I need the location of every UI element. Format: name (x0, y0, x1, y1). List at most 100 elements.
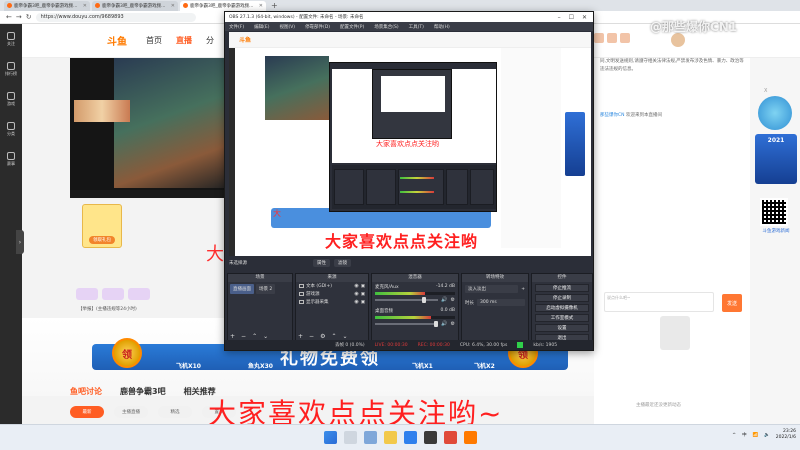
browser-tab-active[interactable]: 鹿帝争霸3吧_鹿帝争霸游戏频... ✕ (180, 0, 266, 11)
volume-slider[interactable] (375, 321, 439, 327)
fan-badge[interactable] (128, 288, 150, 300)
scene-item[interactable]: 场景 2 (256, 284, 276, 294)
sidebar-item-rank[interactable]: 排行榜 (0, 54, 22, 84)
add-icon[interactable]: + (298, 333, 303, 340)
menu-help[interactable]: 帮助(H) (434, 24, 450, 30)
maximize-icon[interactable]: ☐ (569, 14, 574, 21)
stop-streaming-button[interactable]: 停止推流 (535, 284, 589, 292)
menu-scene-collection[interactable]: 场景集合(S) (374, 24, 398, 30)
tab-fish-bar[interactable]: 鱼吧讨论 (70, 386, 102, 397)
slider-handle[interactable] (421, 297, 426, 303)
menu-file[interactable]: 文件(F) (229, 24, 244, 30)
minimize-icon[interactable]: – (558, 14, 561, 21)
menu-profile[interactable]: 配置文件(P) (340, 24, 364, 30)
add-icon[interactable]: + (521, 287, 525, 292)
edge-icon[interactable] (403, 431, 417, 444)
chat-input[interactable]: 说点什么吧~ (604, 292, 714, 312)
properties-button[interactable]: 属性 (313, 259, 330, 267)
menu-tools[interactable]: 工具(T) (409, 24, 424, 30)
gear-icon[interactable]: ⚙ (451, 321, 455, 327)
search-icon[interactable] (343, 431, 357, 444)
lang-indicator[interactable]: 中 (742, 432, 747, 438)
live-player[interactable] (70, 58, 228, 198)
stop-recording-button[interactable]: 停止录制 (535, 294, 589, 302)
gift-icon[interactable] (594, 33, 604, 43)
chat-username[interactable]: 那些爆你CN (600, 113, 625, 118)
gear-icon[interactable]: ⚙ (451, 297, 455, 303)
wifi-icon[interactable]: 📶 (753, 433, 759, 438)
app-icon[interactable] (443, 431, 457, 444)
chevron-up-icon[interactable]: ^ (732, 433, 736, 438)
file-explorer-icon[interactable] (383, 431, 397, 444)
close-icon[interactable]: ✕ (259, 3, 263, 9)
nav-item-category[interactable]: 分 (206, 35, 214, 46)
obs-icon[interactable] (423, 431, 437, 444)
speaker-icon[interactable]: 🔊 (441, 321, 447, 327)
obs-titlebar[interactable]: OBS 27.1.3 (64-bit, windows) - 配置文件: 未命名… (225, 12, 593, 22)
eye-icon[interactable]: ◉ (354, 299, 358, 305)
fan-badge[interactable] (76, 288, 98, 300)
sidebar-expand-button[interactable]: › (16, 230, 24, 254)
douyu-app-icon[interactable] (463, 431, 477, 444)
nav-item-home[interactable]: 首页 (146, 35, 162, 46)
report-link[interactable]: 【举报】(主播违规等24小时) (78, 306, 137, 312)
gift-icon[interactable] (607, 33, 617, 43)
close-icon[interactable]: ✕ (582, 14, 587, 21)
lock-icon[interactable]: ▣ (361, 284, 365, 289)
sidebar-item-category[interactable]: 分类 (0, 114, 22, 144)
new-tab-button[interactable]: + (268, 1, 281, 10)
gear-icon[interactable]: ⚙ (320, 333, 325, 340)
duration-input[interactable]: 300 ms (477, 299, 525, 306)
slider-handle[interactable] (434, 321, 439, 327)
subtab-streamer[interactable]: 主播直播 (114, 406, 148, 418)
close-icon[interactable]: X (764, 88, 767, 94)
chevron-down-icon[interactable]: ⌄ (263, 333, 268, 340)
close-icon[interactable]: ✕ (171, 3, 175, 9)
gift-icon[interactable] (620, 33, 630, 43)
browser-tab[interactable]: 鹿帝争霸3吧_鹿帝争霸游戏频... ✕ (92, 0, 178, 11)
tab-game-bar[interactable]: 鹿兽争霸3吧 (120, 386, 166, 397)
scene-item[interactable]: 直播画面 (230, 284, 254, 294)
menu-edit[interactable]: 编辑(E) (254, 24, 269, 30)
speaker-icon[interactable]: 🔊 (441, 297, 447, 303)
subtab-latest[interactable]: 最新 (70, 406, 104, 418)
nav-item-live[interactable]: 直播 (176, 35, 192, 46)
sidebar-item-events[interactable]: 赛事 (0, 144, 22, 174)
sidebar-item-game[interactable]: 游戏 (0, 84, 22, 114)
chevron-up-icon[interactable]: ⌃ (252, 333, 257, 340)
filters-button[interactable]: 滤镜 (334, 259, 351, 267)
gift-card[interactable]: 领取礼包 (82, 204, 122, 248)
source-item[interactable]: 显示器采集 ◉ ▣ (296, 298, 368, 306)
add-icon[interactable]: + (230, 333, 235, 340)
chevron-down-icon[interactable]: ⌄ (342, 333, 347, 340)
studio-mode-button[interactable]: 工作室模式 (535, 314, 589, 322)
url-field[interactable]: https://www.douyu.com/9689893 (35, 12, 196, 22)
menu-view[interactable]: 视图(V) (279, 24, 295, 30)
eye-icon[interactable]: ◉ (354, 283, 358, 289)
browser-tab[interactable]: 鹿帝争霸3吧_鹿帝争霸游戏频... ✕ (4, 0, 90, 11)
task-view-icon[interactable] (363, 431, 377, 444)
volume-slider[interactable] (375, 297, 439, 303)
ad-banner-2021[interactable]: 2021 (755, 134, 797, 184)
subtab-featured[interactable]: 精选 (158, 406, 192, 418)
menu-docks[interactable]: 停靠部件(D) (305, 24, 330, 30)
back-icon[interactable]: ← (6, 13, 12, 21)
player-control-bar[interactable] (70, 190, 228, 198)
virtual-camera-button[interactable]: 启动虚拟摄像机 (535, 304, 589, 312)
remove-icon[interactable]: − (241, 333, 246, 340)
source-item[interactable]: 文本 (GDI+) ◉ ▣ (296, 282, 368, 290)
obs-preview[interactable]: 斗鱼 大 大家喜欢点点关注哟 大家喜欢点点关注哟 (229, 32, 591, 256)
send-button[interactable]: 发送 (722, 294, 742, 312)
reload-icon[interactable]: ↻ (26, 13, 32, 21)
sidebar-item-follow[interactable]: 关注 (0, 24, 22, 54)
eye-icon[interactable]: ◉ (354, 291, 358, 297)
source-item[interactable]: 游戏源 ◉ ▣ (296, 290, 368, 298)
transition-select[interactable]: 淡入淡出 (465, 285, 519, 293)
volume-icon[interactable]: 🔈 (764, 433, 770, 438)
douyu-logo[interactable]: 斗鱼 (100, 32, 134, 50)
lock-icon[interactable]: ▣ (361, 300, 365, 305)
claim-coin-icon[interactable]: 领 (112, 338, 142, 368)
close-icon[interactable]: ✕ (83, 3, 87, 9)
fan-badge[interactable] (102, 288, 124, 300)
clock[interactable]: 23:26 2022/1/6 (776, 429, 796, 441)
